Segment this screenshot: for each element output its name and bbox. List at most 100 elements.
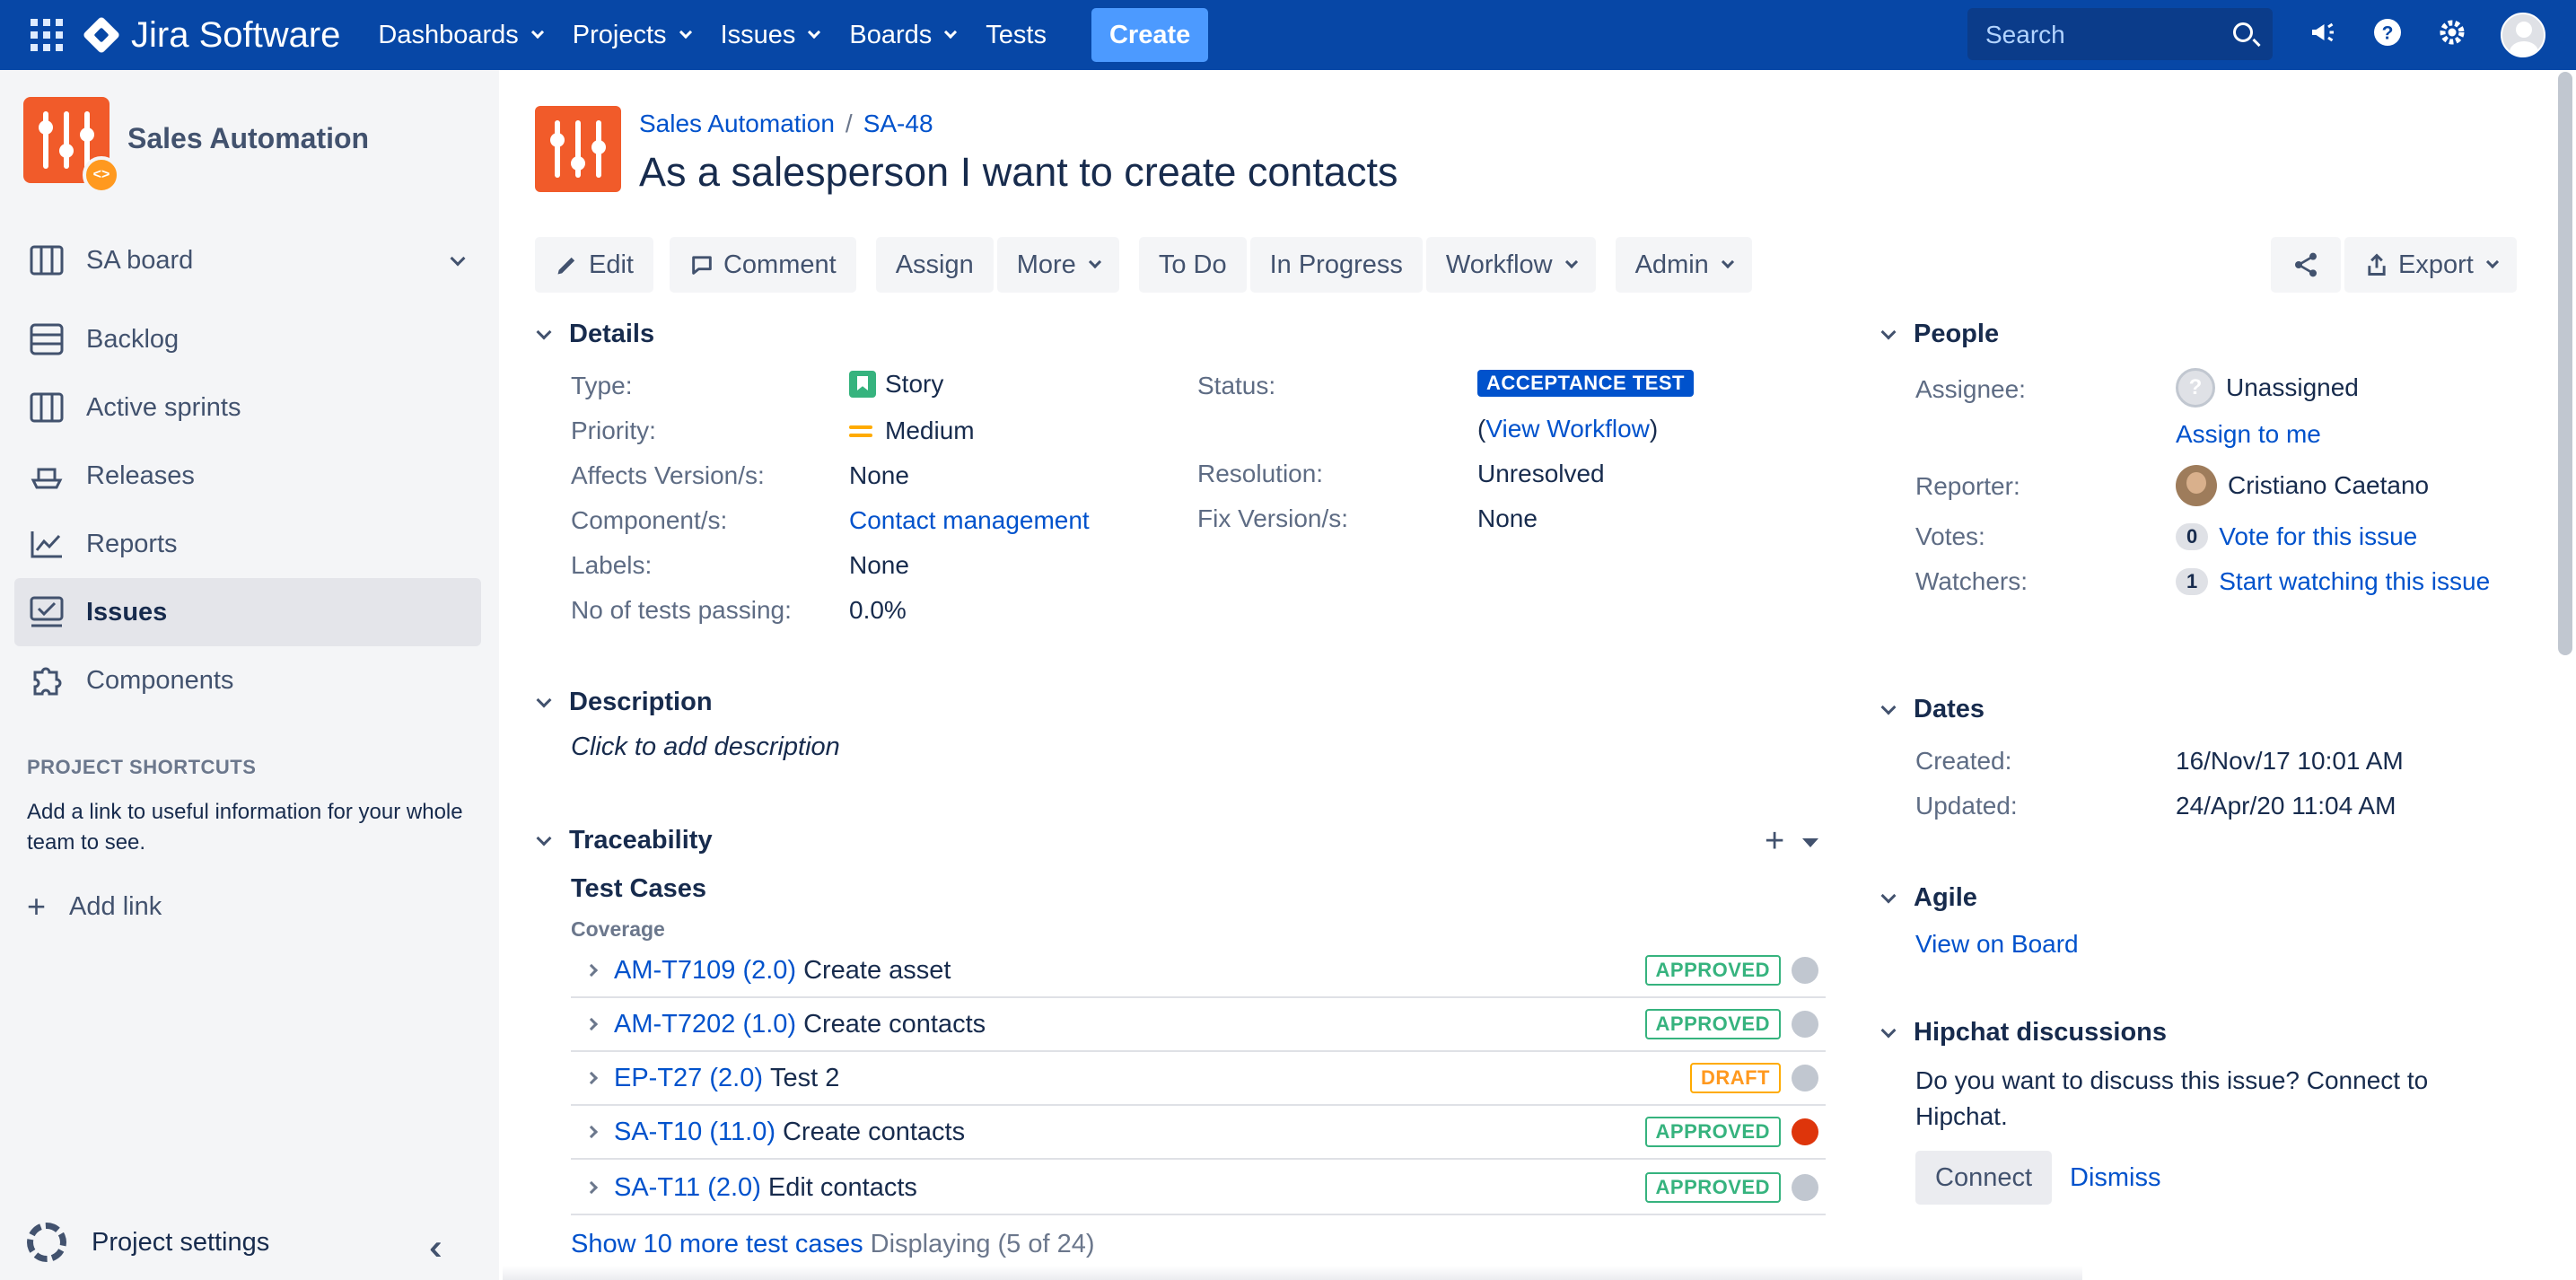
collapse-sidebar-icon[interactable]: ‹‹ (429, 1228, 441, 1268)
test-case-row[interactable]: AM-T7202 (1.0) Create contacts APPROVED (571, 998, 1826, 1052)
chevron-down-icon (1880, 699, 1897, 715)
sidebar-item-label: Active sprints (86, 392, 241, 422)
sidebar-item-releases[interactable]: Releases (14, 442, 481, 510)
chevron-right-icon[interactable] (584, 1125, 599, 1139)
sidebar-item-reports[interactable]: Reports (14, 510, 481, 578)
status-badge: APPROVED (1644, 1009, 1781, 1039)
details-toggle[interactable]: Details (535, 320, 654, 349)
comment-icon (692, 256, 712, 275)
caret-down-icon[interactable] (1802, 838, 1818, 847)
issues-icon (29, 594, 65, 630)
votes-count: 0 (2176, 523, 2209, 550)
vote-link[interactable]: Vote for this issue (2219, 522, 2417, 551)
nav-issues[interactable]: Issues (721, 21, 821, 50)
show-more-link[interactable]: Show 10 more test cases (571, 1230, 863, 1258)
chevron-right-icon[interactable] (584, 1017, 599, 1031)
dates-toggle[interactable]: Dates (1879, 695, 1985, 724)
component-link[interactable]: Contact management (849, 506, 1090, 535)
chevron-right-icon[interactable] (584, 963, 599, 978)
test-case-row[interactable]: SA-T11 (2.0) Edit contacts APPROVED (571, 1162, 1826, 1215)
test-case-key[interactable]: SA-T11 (2.0) (614, 1173, 761, 1203)
view-on-board-link[interactable]: View on Board (1915, 930, 2079, 959)
search-input[interactable]: Search (1967, 8, 2273, 60)
add-link-button[interactable]: + Add link (27, 890, 162, 923)
comment-label: Comment (723, 250, 837, 279)
test-case-row[interactable]: AM-T7109 (2.0) Create asset APPROVED (571, 944, 1826, 998)
share-button[interactable] (2271, 237, 2341, 293)
app-switcher-icon[interactable] (31, 19, 63, 51)
add-trace-button[interactable]: + (1765, 824, 1784, 858)
megaphone-icon[interactable] (2305, 16, 2341, 52)
nav-projects[interactable]: Projects (573, 21, 692, 50)
help-icon[interactable]: ? (2370, 16, 2405, 52)
breadcrumb-project[interactable]: Sales Automation (639, 110, 835, 138)
watch-link[interactable]: Start watching this issue (2219, 567, 2490, 596)
create-button[interactable]: Create (1091, 8, 1209, 62)
chevron-down-icon (808, 25, 821, 39)
export-icon (2368, 253, 2386, 276)
details-heading: Details (569, 320, 655, 348)
connect-button[interactable]: Connect (1915, 1151, 2053, 1205)
assign-to-me-link[interactable]: Assign to me (2176, 420, 2321, 449)
traceability-toggle[interactable]: Traceability (535, 826, 713, 855)
pencil-icon (557, 257, 575, 275)
project-avatar[interactable]: <> (23, 97, 120, 194)
displaying-count: Displaying (5 of 24) (870, 1230, 1095, 1258)
test-case-row[interactable]: EP-T27 (2.0) Test 2 DRAFT (571, 1052, 1826, 1106)
export-button[interactable]: Export (2344, 237, 2517, 293)
to-do-button[interactable]: To Do (1138, 237, 1247, 293)
type-label: Type: (571, 372, 633, 399)
sidebar-item-issues[interactable]: Issues (14, 578, 481, 646)
description-toggle[interactable]: Description (535, 688, 713, 717)
people-toggle[interactable]: People (1879, 320, 1999, 349)
nav-tests[interactable]: Tests (986, 21, 1047, 50)
view-workflow-link[interactable]: View Workflow (1485, 415, 1650, 443)
admin-button[interactable]: Admin (1615, 237, 1752, 293)
test-cases-footer: Show 10 more test cases Displaying (5 of… (571, 1230, 1095, 1259)
edit-button[interactable]: Edit (535, 237, 653, 293)
agile-toggle[interactable]: Agile (1879, 883, 1977, 913)
nav-boards[interactable]: Boards (849, 21, 958, 50)
slider-knob (59, 144, 74, 158)
gear-icon[interactable] (2434, 16, 2470, 52)
status-value: ACCEPTANCE TEST (1477, 370, 1694, 397)
description-placeholder[interactable]: Click to add description (571, 732, 840, 762)
affects-value: None (849, 461, 909, 489)
fix-version-label: Fix Version/s: (1197, 504, 1349, 532)
test-case-row[interactable]: SA-T10 (11.0) Create contacts APPROVED (571, 1106, 1826, 1160)
sidebar-item-backlog[interactable]: Backlog (14, 305, 481, 373)
votes-value: 0 Vote for this issue (2176, 522, 2417, 551)
test-case-key[interactable]: SA-T10 (11.0) (614, 1118, 775, 1147)
sidebar-item-board[interactable]: SA board (14, 226, 481, 294)
jira-logo[interactable]: Jira Software (82, 15, 340, 56)
nav-dashboards[interactable]: Dashboards (378, 21, 544, 50)
affects-label: Affects Version/s: (571, 461, 765, 489)
issue-title[interactable]: As a salesperson I want to create contac… (639, 149, 1398, 196)
hipchat-toggle[interactable]: Hipchat discussions (1879, 1018, 2167, 1048)
sidebar-item-components[interactable]: Components (14, 646, 481, 715)
chevron-down-icon (2485, 255, 2499, 269)
test-case-name: Test 2 (770, 1063, 840, 1092)
breadcrumb-issue-key[interactable]: SA-48 (863, 110, 933, 138)
assign-button[interactable]: Assign (875, 237, 994, 293)
sidebar-item-active-sprints[interactable]: Active sprints (14, 373, 481, 442)
breadcrumb: Sales Automation / SA-48 (639, 110, 933, 138)
project-settings-link[interactable]: Project settings (27, 1223, 269, 1262)
chevron-right-icon[interactable] (584, 1180, 599, 1195)
dismiss-link[interactable]: Dismiss (2070, 1163, 2161, 1193)
test-case-key[interactable]: EP-T27 (2.0) (614, 1064, 763, 1093)
priority-text: Medium (885, 416, 975, 444)
chevron-right-icon[interactable] (584, 1071, 599, 1085)
project-name[interactable]: Sales Automation (127, 122, 369, 155)
user-avatar[interactable] (2501, 13, 2545, 57)
more-label: More (1016, 250, 1076, 279)
in-progress-button[interactable]: In Progress (1249, 237, 1423, 293)
scrollbar[interactable] (2558, 72, 2572, 655)
comment-button[interactable]: Comment (669, 237, 856, 293)
test-case-key[interactable]: AM-T7202 (1.0) (614, 1010, 796, 1039)
assignee-label: Assignee: (1915, 375, 2026, 403)
test-case-key[interactable]: AM-T7109 (2.0) (614, 956, 796, 986)
workflow-button[interactable]: Workflow (1425, 237, 1596, 293)
reporter-name[interactable]: Cristiano Caetano (2228, 471, 2429, 500)
more-button[interactable]: More (996, 237, 1119, 293)
